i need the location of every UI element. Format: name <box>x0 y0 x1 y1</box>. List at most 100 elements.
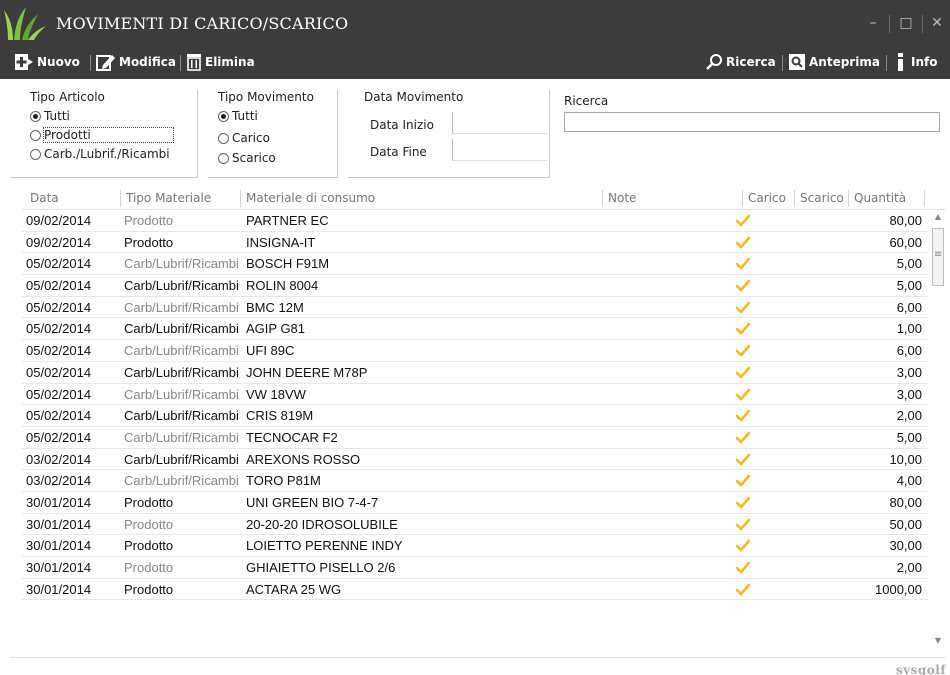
info-button[interactable]: Info <box>894 51 937 73</box>
cell-quantita: 3,00 <box>896 386 922 402</box>
ricerca-field-label: Ricerca <box>564 94 609 108</box>
checkmark-icon <box>736 344 750 358</box>
toolbar-divider <box>782 55 783 71</box>
cell-materiale: 20-20-20 IDROSOLUBILE <box>246 516 398 532</box>
nuovo-label: Nuovo <box>37 55 80 69</box>
table-row[interactable]: 05/02/2014 Carb/Lubrif/Ricambi AGIP G81 1,0… <box>22 318 928 341</box>
cell-data: 03/02/2014 <box>26 473 92 489</box>
cell-materiale: UFI 89C <box>246 343 295 359</box>
cell-tipo-materiale: Prodotto <box>124 538 174 554</box>
cell-materiale: BMC 12M <box>246 299 304 315</box>
data-inizio-field[interactable] <box>452 112 547 134</box>
table-row[interactable]: 05/02/2014 Carb/Lubrif/Ricambi BMC 12M 6,00 <box>22 297 928 319</box>
col-header-materiale[interactable]: Materiale di consumo <box>246 191 375 205</box>
table-row[interactable]: 30/01/2014 Prodotto GHIAIETTO PISELLO 2/6 2… <box>22 557 928 579</box>
close-icon[interactable]: ✕ <box>926 12 948 34</box>
ricerca-button[interactable]: Ricerca <box>705 51 776 73</box>
data-fine-field[interactable] <box>452 139 547 161</box>
ricerca-label: Ricerca <box>726 55 776 69</box>
toolbar-divider <box>180 55 181 71</box>
search-input[interactable] <box>564 112 940 132</box>
col-header-carico[interactable]: Carico <box>748 191 786 205</box>
modifica-button[interactable]: Modifica <box>96 51 176 73</box>
radio-articolo-prodotti[interactable]: Prodotti <box>30 127 174 143</box>
column-divider <box>120 190 121 207</box>
data-inizio-label: Data Inizio <box>370 118 434 132</box>
nuovo-button[interactable]: Nuovo <box>14 51 80 73</box>
elimina-button[interactable]: Elimina <box>186 51 255 73</box>
table-row[interactable]: 05/02/2014 Carb/Lubrif/Ricambi CRIS 819M 2,… <box>22 405 928 427</box>
cell-data: 05/02/2014 <box>26 278 92 294</box>
radio-articolo-carb[interactable]: Carb./Lubrif./Ricambi <box>30 146 170 162</box>
cell-tipo-materiale: Prodotto <box>124 581 174 597</box>
table-row[interactable]: 30/01/2014 Prodotto 20-20-20 IDROSOLUBILE 5… <box>22 514 928 536</box>
radio-articolo-tutti[interactable]: Tutti <box>30 108 70 124</box>
checkmark-icon <box>736 453 750 466</box>
col-header-quantita[interactable]: Quantità <box>854 191 906 205</box>
radio-movimento-tutti[interactable]: Tutti <box>218 108 258 124</box>
col-header-note[interactable]: Note <box>608 191 636 205</box>
titlebar-divider <box>922 15 923 33</box>
elimina-label: Elimina <box>205 55 255 69</box>
checkmark-icon <box>736 431 750 444</box>
vertical-scrollbar[interactable]: ▲ ▼ <box>930 210 946 648</box>
scroll-down-icon[interactable]: ▼ <box>933 636 943 646</box>
cell-materiale: LOIETTO PERENNE INDY <box>246 538 403 554</box>
cell-tipo-materiale: Prodotto <box>124 234 174 250</box>
tipo-articolo-title: Tipo Articolo <box>30 90 105 104</box>
minimize-icon[interactable]: – <box>862 12 884 34</box>
table-row[interactable]: 05/02/2014 Carb/Lubrif/Ricambi ROLIN 8004 5… <box>22 275 928 297</box>
checkmark-icon <box>736 301 750 314</box>
cell-quantita: 3,00 <box>896 364 922 380</box>
col-header-data[interactable]: Data <box>30 191 59 205</box>
table-row[interactable]: 05/02/2014 Carb/Lubrif/Ricambi TECNOCAR F2… <box>22 427 928 449</box>
cell-materiale: ROLIN 8004 <box>246 278 319 294</box>
radio-movimento-scarico[interactable]: Scarico <box>218 150 276 166</box>
table-row[interactable]: 05/02/2014 Carb/Lubrif/Ricambi BOSCH F91M 5… <box>22 253 928 276</box>
column-divider <box>240 190 241 207</box>
data-fine-label: Data Fine <box>370 145 427 159</box>
toolbar-divider <box>886 55 887 71</box>
title-bar: MOVIMENTI DI CARICO/SCARICO – □ ✕ <box>0 0 950 45</box>
table-row[interactable]: 05/02/2014 Carb/Lubrif/Ricambi VW 18VW 3,00 <box>22 384 928 406</box>
table-row[interactable]: 09/02/2014 Prodotto PARTNER EC 80,00 <box>22 210 928 232</box>
table-row[interactable]: 30/01/2014 Prodotto LOIETTO PERENNE INDY 30… <box>22 535 928 557</box>
scroll-up-icon[interactable]: ▲ <box>933 212 943 222</box>
col-header-scarico[interactable]: Scarico <box>800 191 844 205</box>
cell-quantita: 6,00 <box>896 299 922 315</box>
radio-movimento-carico[interactable]: Carico <box>218 130 270 146</box>
cell-quantita: 5,00 <box>896 278 922 294</box>
filter-panel: Tipo Articolo Tutti Prodotti Carb./Lubri… <box>10 86 940 178</box>
cell-quantita: 6,00 <box>896 343 922 359</box>
radio-label: Prodotti <box>43 127 174 143</box>
cell-materiale: AREXONS ROSSO <box>246 451 361 467</box>
cell-materiale: INSIGNA-IT <box>246 234 316 250</box>
info-label: Info <box>911 55 938 69</box>
radio-label: Tutti <box>232 109 258 123</box>
table-row[interactable]: 03/02/2014 Carb/Lubrif/Ricambi AREXONS ROS… <box>22 449 928 471</box>
cell-tipo-materiale: Carb/Lubrif/Ricambi <box>124 364 239 380</box>
cell-data: 30/01/2014 <box>26 494 92 510</box>
edit-icon <box>96 55 115 71</box>
anteprima-button[interactable]: Anteprima <box>788 51 880 73</box>
col-header-tipo[interactable]: Tipo Materiale <box>126 191 211 205</box>
table-row[interactable]: 03/02/2014 Carb/Lubrif/Ricambi TORO P81M 4,… <box>22 470 928 492</box>
brand-text: sysgolf <box>895 663 946 675</box>
table-row[interactable]: 05/02/2014 Carb/Lubrif/Ricambi UFI 89C 6,00 <box>22 340 928 362</box>
table-row[interactable]: 30/01/2014 Prodotto ACTARA 25 WG 1000,00 <box>22 579 928 601</box>
checkmark-icon <box>736 323 750 336</box>
checkmark-icon <box>736 518 750 531</box>
cell-data: 05/02/2014 <box>26 386 92 402</box>
radio-label: Carb./Lubrif./Ricambi <box>44 147 170 161</box>
table-row[interactable]: 30/01/2014 Prodotto UNI GREEN BIO 7-4-7 80,… <box>22 492 928 514</box>
titlebar-divider <box>889 15 890 33</box>
checkmark-icon <box>736 214 750 227</box>
maximize-icon[interactable]: □ <box>895 12 917 34</box>
table-row[interactable]: 09/02/2014 Prodotto INSIGNA-IT 60,00 <box>22 232 928 254</box>
checkmark-icon <box>736 583 750 596</box>
table-row[interactable]: 05/02/2014 Carb/Lubrif/Ricambi JOHN DEERE … <box>22 362 928 384</box>
toolbar-divider <box>90 55 91 71</box>
grass-logo-icon <box>4 7 46 40</box>
cell-quantita: 1,00 <box>896 321 922 337</box>
scroll-thumb[interactable] <box>932 228 944 286</box>
